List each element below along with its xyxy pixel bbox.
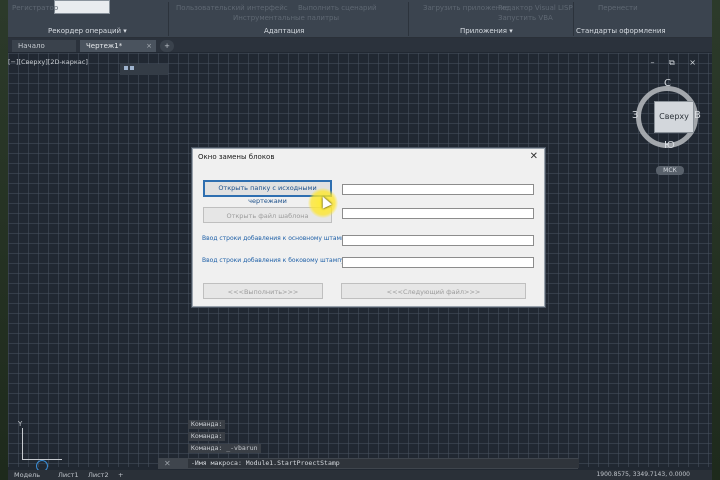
- block-replace-dialog: Окно замены блоков ✕ Открыть папку с исх…: [192, 148, 545, 307]
- command-history-line: Команда:: [188, 432, 226, 441]
- cursor-coordinates[interactable]: 1900.8575, 3349.7143, 0.0000: [596, 471, 690, 478]
- side-stamp-input[interactable]: [342, 257, 534, 268]
- tab-drawing1[interactable]: Чертеж1* ×: [80, 40, 156, 52]
- close-tab-icon[interactable]: ×: [146, 40, 152, 52]
- ucs-icon: [22, 428, 23, 460]
- ribbon-item[interactable]: Перенести: [598, 4, 638, 12]
- layout-tab-sheet1[interactable]: Лист1: [58, 471, 79, 479]
- command-line[interactable]: ✕ -Имя макроса: Module1.StartProectStamp: [158, 458, 579, 469]
- command-history-line: Команда:: [188, 420, 226, 429]
- ribbon: Регистратор Пользовательский интерфейс И…: [8, 0, 712, 38]
- tab-start[interactable]: Начало: [12, 40, 76, 52]
- compass-west[interactable]: З: [632, 110, 638, 121]
- viewcube-top-face[interactable]: Сверху: [654, 101, 694, 133]
- grid-icon: [130, 66, 134, 70]
- ribbon-item[interactable]: Инструментальные палитры: [233, 14, 339, 22]
- execute-button[interactable]: <<<Выполнить>>>: [203, 283, 323, 299]
- ucs-menu-button[interactable]: МСК: [656, 166, 684, 175]
- next-file-button[interactable]: <<<Следующий файл>>>: [341, 283, 526, 299]
- main-stamp-input[interactable]: [342, 235, 534, 246]
- panel-macro-recorder[interactable]: Рекордер операций ▾: [48, 27, 127, 35]
- tab-drawing-label: Чертеж1*: [86, 42, 123, 50]
- ribbon-item[interactable]: Загрузить приложение: [423, 4, 509, 12]
- compass-east[interactable]: В: [694, 110, 701, 121]
- new-tab-button[interactable]: +: [160, 40, 174, 52]
- main-stamp-label: Ввод строки добавления к основному штамп…: [202, 235, 351, 242]
- viewport-window-controls[interactable]: – ⧉ ×: [650, 58, 702, 68]
- file-tabs: Начало Чертеж1* × +: [8, 38, 712, 52]
- ribbon-item[interactable]: Регистратор: [12, 4, 58, 12]
- ribbon-item[interactable]: Редактор Visual LISP: [498, 4, 573, 12]
- ribbon-item[interactable]: Выполнить сценарий: [298, 4, 377, 12]
- panel-customization: Адаптация: [264, 27, 305, 35]
- panel-cad-standards: Стандарты оформления: [576, 27, 666, 35]
- panel-applications[interactable]: Приложения ▾: [460, 27, 513, 35]
- close-icon[interactable]: ✕: [164, 458, 171, 469]
- layout-tab-model[interactable]: Модель: [14, 471, 40, 479]
- command-input[interactable]: -Имя макроса: Module1.StartProectStamp: [188, 459, 579, 468]
- ribbon-item[interactable]: Запустить VBA: [498, 14, 553, 22]
- autocad-window: Регистратор Пользовательский интерфейс И…: [8, 0, 712, 480]
- source-folder-field[interactable]: [342, 184, 534, 195]
- compass-south[interactable]: Ю: [664, 140, 675, 151]
- viewport-controls-label[interactable]: [−][Сверху][2D-каркас]: [8, 58, 88, 66]
- side-stamp-label: Ввод строки добавления к боковому штампу…: [202, 257, 347, 264]
- status-bar: Модель Лист1 Лист2 + 1900.8575, 3349.714…: [8, 470, 712, 480]
- ucs-y-axis-label: Y: [18, 420, 23, 428]
- dialog-title: Окно замены блоков: [198, 153, 275, 161]
- close-icon[interactable]: ✕: [530, 151, 538, 162]
- add-layout-button[interactable]: +: [118, 471, 123, 479]
- grid-icon: [124, 66, 128, 70]
- ribbon-input[interactable]: [54, 0, 110, 14]
- template-file-field[interactable]: [342, 208, 534, 219]
- ribbon-item[interactable]: Пользовательский интерфейс: [176, 4, 288, 12]
- compass-north[interactable]: С: [664, 78, 671, 89]
- command-history-line: Команда: _-vbarun: [188, 444, 261, 453]
- layout-tab-sheet2[interactable]: Лист2: [88, 471, 109, 479]
- navigation-toolbar[interactable]: [120, 64, 168, 75]
